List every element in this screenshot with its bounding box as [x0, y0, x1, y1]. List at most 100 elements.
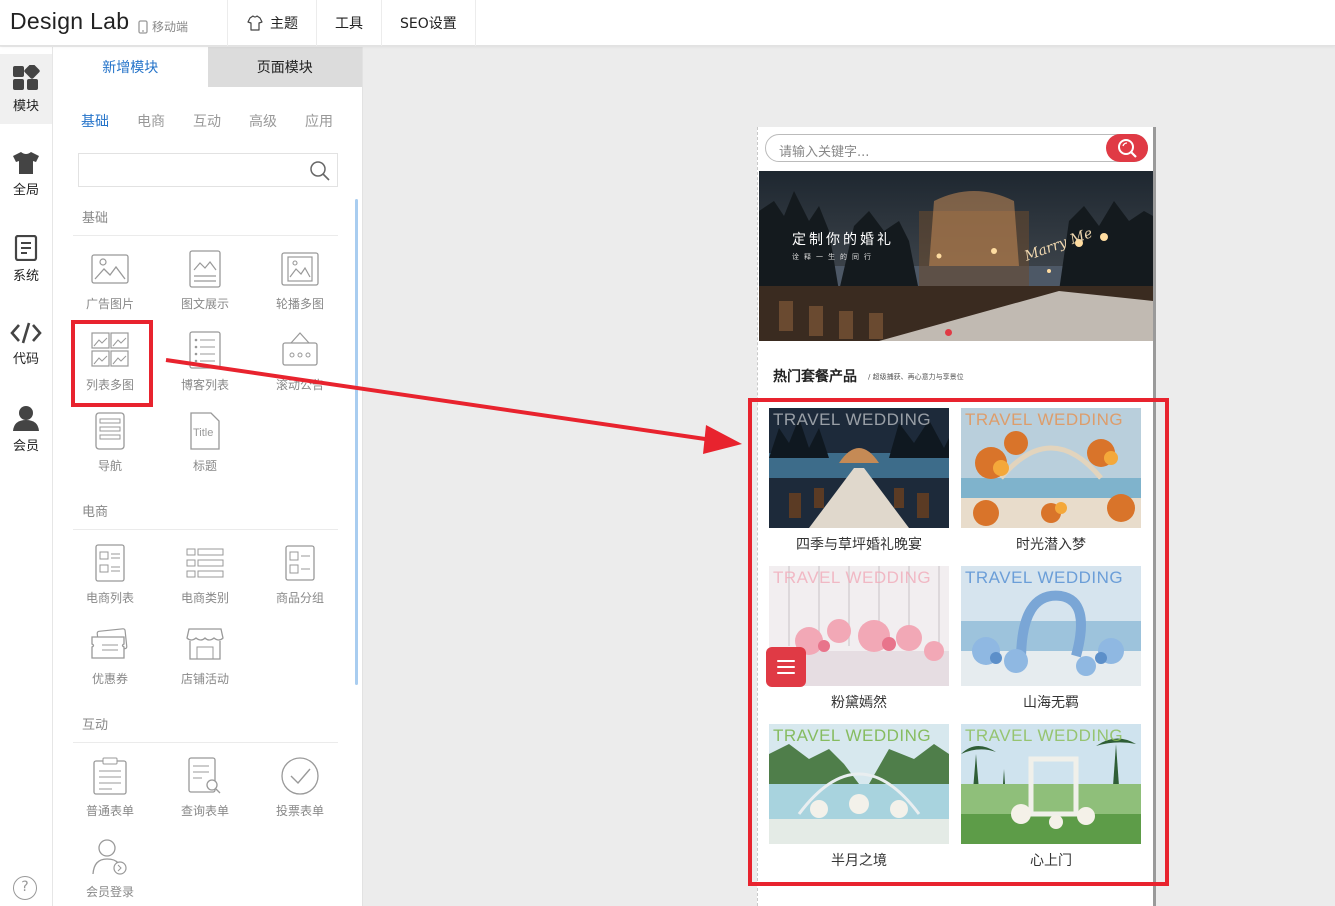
highlight-box-preview [748, 398, 1169, 886]
rail-item-code[interactable]: 代码 [0, 309, 52, 379]
floating-menu-button[interactable] [766, 647, 806, 687]
help-icon[interactable]: ? [13, 876, 37, 900]
module-label: 会员登录 [85, 885, 134, 899]
module-ecommerce-category[interactable]: 电商类别 [165, 539, 245, 613]
blocks-icon [13, 64, 40, 90]
nav-tools-label: 工具 [335, 16, 363, 32]
banner-carousel[interactable]: Marry Me 定制你的婚礼 诠释一生的同行 [759, 171, 1153, 341]
module-member-login[interactable]: 会员登录 [70, 833, 150, 906]
mobile-toggle[interactable]: 移动端 [138, 18, 188, 35]
module-product-group[interactable]: 商品分组 [260, 539, 340, 613]
navigation-icon [95, 412, 125, 450]
preview-search-bar[interactable]: 请输入关键字... [765, 134, 1148, 162]
rail-label-system: 系统 [12, 268, 39, 284]
module-ecommerce-list[interactable]: 电商列表 [70, 539, 150, 613]
top-nav: 主题 工具 SEO设置 [227, 0, 476, 46]
module-label: 优惠券 [91, 672, 128, 686]
list-icon [189, 331, 221, 369]
module-coupon[interactable]: 优惠券 [70, 620, 150, 694]
mobile-label: 移动端 [152, 20, 189, 34]
nav-seo[interactable]: SEO设置 [381, 0, 476, 46]
menu-line [777, 666, 795, 668]
rail-label-modules: 模块 [12, 98, 39, 114]
category-tabs: 基础 电商 互动 高级 应用 [71, 111, 351, 131]
carousel-icon [281, 252, 319, 286]
section-heading: 热门套餐产品 [773, 369, 857, 385]
module-label: 店铺活动 [180, 672, 229, 686]
check-circle-icon [281, 757, 319, 795]
section-subheading: / 超级捕获、再心意力与享景位 [868, 373, 964, 381]
module-general-form[interactable]: 普通表单 [70, 752, 150, 826]
image-icon [91, 254, 129, 284]
search-icon [1118, 139, 1137, 158]
tab-add-module[interactable]: 新增模块 [53, 47, 208, 87]
module-scroll-notice[interactable]: 滚动公告 [260, 326, 340, 400]
section-title-interaction: 互动 [73, 714, 338, 743]
module-label: 普通表单 [85, 804, 134, 818]
module-vote-form[interactable]: 投票表单 [260, 752, 340, 826]
module-label: 标题 [192, 459, 217, 473]
module-label: 滚动公告 [275, 378, 324, 392]
module-label: 商品分组 [275, 591, 324, 605]
svg-text:Title: Title [193, 427, 213, 439]
rail-item-modules[interactable]: 模块 [0, 54, 52, 124]
phone-icon [138, 19, 148, 34]
query-form-icon [188, 757, 221, 794]
app-brand: Design Lab [10, 8, 130, 34]
code-icon [10, 322, 42, 343]
module-label: 导航 [97, 459, 122, 473]
module-store-activity[interactable]: 店铺活动 [165, 620, 245, 694]
nav-theme-label: 主题 [270, 16, 298, 32]
notice-board-icon [282, 332, 318, 366]
module-panel: 新增模块 页面模块 基础 电商 互动 高级 应用 基础 广告图片 图文展示 轮播… [53, 47, 363, 906]
store-icon [186, 628, 224, 660]
module-title[interactable]: Title 标题 [165, 407, 245, 481]
rail-item-member[interactable]: 会员 [0, 394, 52, 464]
carousel-dot-active[interactable] [945, 329, 952, 336]
module-navigation[interactable]: 导航 [70, 407, 150, 481]
rail-item-system[interactable]: 系统 [0, 224, 52, 294]
banner-subtitle: 诠释一生的同行 [792, 253, 876, 261]
tab-page-module[interactable]: 页面模块 [207, 47, 362, 87]
user-icon [13, 405, 39, 431]
category-interaction[interactable]: 互动 [183, 111, 239, 131]
rail-label-global: 全局 [12, 182, 39, 198]
module-label: 电商类别 [180, 591, 229, 605]
section-title-basic: 基础 [73, 207, 338, 236]
search-icon[interactable] [309, 160, 331, 182]
rail-item-global[interactable]: 全局 [0, 139, 52, 209]
category-ecommerce[interactable]: 电商 [127, 111, 183, 131]
product-group-icon [285, 545, 315, 581]
module-label: 查询表单 [180, 804, 229, 818]
title-icon: Title [190, 412, 220, 450]
shirt-icon [13, 151, 39, 174]
image-text-icon [189, 250, 221, 288]
menu-line [777, 672, 795, 674]
module-image-text[interactable]: 图文展示 [165, 245, 245, 319]
module-search-input[interactable] [78, 153, 338, 187]
module-label: 博客列表 [180, 378, 229, 392]
nav-theme[interactable]: 主题 [227, 0, 316, 46]
section-title-ecommerce: 电商 [73, 501, 338, 530]
left-rail: 模块 全局 系统 代码 会员 ? [0, 47, 53, 906]
module-label: 图文展示 [180, 297, 229, 311]
highlight-box-module [71, 320, 153, 407]
module-query-form[interactable]: 查询表单 [165, 752, 245, 826]
module-carousel[interactable]: 轮播多图 [260, 245, 340, 319]
form-icon [93, 757, 127, 795]
category-icon [186, 548, 224, 578]
category-apps[interactable]: 应用 [295, 111, 351, 131]
nav-seo-label: SEO设置 [400, 16, 457, 32]
category-advanced[interactable]: 高级 [239, 111, 295, 131]
category-basic[interactable]: 基础 [71, 111, 127, 131]
member-login-icon [92, 839, 127, 875]
panel-scrollbar[interactable] [355, 199, 358, 685]
banner-title: 定制你的婚礼 [792, 232, 894, 248]
module-ad-image[interactable]: 广告图片 [70, 245, 150, 319]
rail-label-member: 会员 [12, 438, 39, 454]
preview-search-placeholder: 请输入关键字... [779, 145, 870, 160]
preview-search-button[interactable] [1106, 134, 1148, 162]
module-blog-list[interactable]: 博客列表 [165, 326, 245, 400]
module-label: 广告图片 [85, 297, 134, 311]
nav-tools[interactable]: 工具 [316, 0, 381, 46]
